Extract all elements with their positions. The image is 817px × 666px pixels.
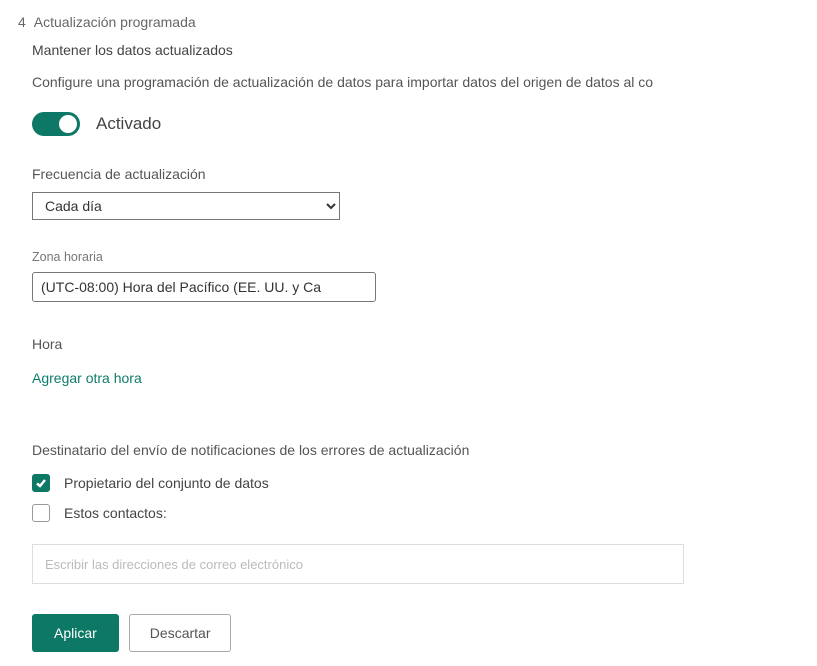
section-title: Actualización programada	[34, 14, 196, 30]
check-icon	[35, 477, 47, 489]
frequency-label: Frecuencia de actualización	[32, 166, 799, 182]
owner-checkbox-label: Propietario del conjunto de datos	[64, 475, 269, 491]
time-label: Hora	[32, 336, 799, 352]
timezone-label: Zona horaria	[32, 250, 799, 264]
notifications-title: Destinatario del envío de notificaciones…	[32, 442, 799, 458]
contacts-checkbox[interactable]	[32, 504, 50, 522]
owner-checkbox[interactable]	[32, 474, 50, 492]
timezone-input[interactable]	[32, 272, 376, 302]
frequency-select[interactable]: Cada día	[32, 192, 340, 220]
subtitle: Mantener los datos actualizados	[32, 42, 799, 58]
refresh-toggle[interactable]	[32, 112, 80, 136]
email-input[interactable]	[32, 544, 684, 584]
apply-button[interactable]: Aplicar	[32, 614, 119, 652]
contacts-checkbox-label: Estos contactos:	[64, 505, 167, 521]
toggle-state-label: Activado	[96, 114, 161, 134]
add-time-link[interactable]: Agregar otra hora	[32, 370, 142, 386]
toggle-knob	[59, 115, 77, 133]
section-number: 4	[18, 14, 26, 30]
description: Configure una programación de actualizac…	[32, 74, 799, 90]
section-header: 4 Actualización programada	[18, 14, 799, 30]
discard-button[interactable]: Descartar	[129, 614, 232, 652]
